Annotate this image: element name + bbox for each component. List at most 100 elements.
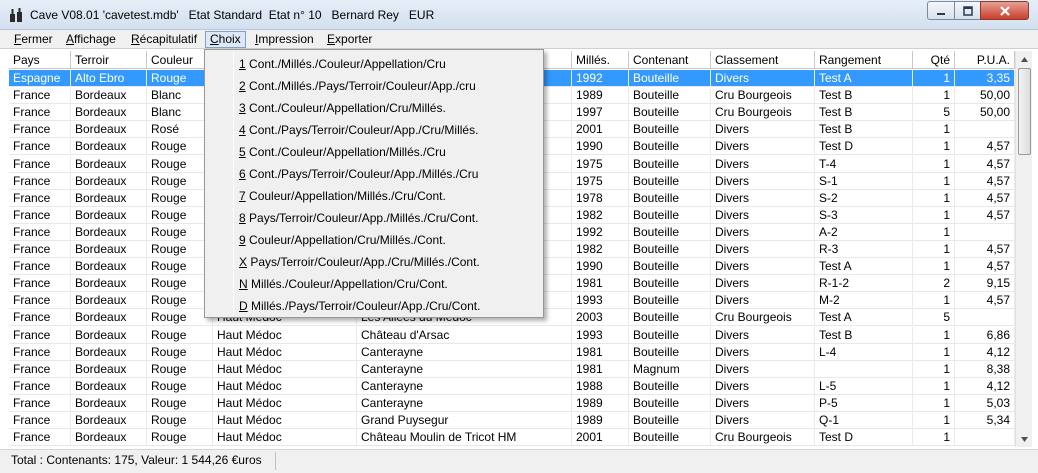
cell-qte: 1	[913, 241, 955, 258]
maximize-button[interactable]	[954, 1, 981, 20]
menu-exporter[interactable]: Exporter	[323, 31, 376, 48]
cell-classement: Divers	[711, 394, 815, 412]
cell-contenant: Bouteille	[629, 70, 711, 87]
cell-contenant: Bouteille	[629, 309, 711, 327]
menu-choix[interactable]: Choix	[205, 31, 246, 48]
cell-contenant: Bouteille	[629, 104, 711, 122]
column-header-contenant[interactable]: Contenant	[629, 51, 711, 69]
column-header-pays[interactable]: Pays	[9, 51, 71, 69]
table-row[interactable]: France Bordeaux Rouge Haut Médoc Canterayne 1…	[9, 360, 1015, 378]
choix-menu-label: Pays/Terroir/Couleur/App./Cru/Millés./Co…	[247, 255, 480, 269]
choix-menu-item[interactable]: 4 Cont./Pays/Terroir/Couleur/App./Cru/Mi…	[239, 119, 478, 141]
cell-pays: France	[9, 309, 71, 327]
cell-pua: 8,38	[955, 360, 1015, 378]
choix-menu-item[interactable]: 2 Cont./Millés./Pays/Terroir/Couleur/App…	[239, 75, 476, 97]
cell-milles: 2001	[572, 121, 629, 139]
cell-milles: 1982	[572, 241, 629, 258]
scroll-down-button[interactable]	[1017, 431, 1032, 447]
table-row[interactable]: France Bordeaux Rouge Haut Médoc Château Mou…	[9, 429, 1015, 447]
cell-rangement: Test B	[815, 87, 913, 105]
choix-dropdown-menu: 1 Cont./Millés./Couleur/Appellation/Cru 2…	[204, 49, 544, 318]
menu-impression[interactable]: Impression	[251, 31, 318, 48]
cell-cru: Château d'Arsac	[357, 326, 572, 344]
cell-contenant: Bouteille	[629, 121, 711, 139]
scroll-thumb[interactable]	[1018, 68, 1031, 155]
table-row[interactable]: France Bordeaux Rouge Haut Médoc Canterayne 1…	[9, 394, 1015, 412]
cell-pays: France	[9, 241, 71, 258]
choix-menu-item[interactable]: X Pays/Terroir/Couleur/App./Cru/Millés./…	[239, 251, 480, 273]
menu-fermer[interactable]: Fermer	[10, 31, 57, 48]
scroll-up-button[interactable]	[1017, 51, 1032, 67]
cell-qte: 1	[913, 258, 955, 276]
cell-appellation: Haut Médoc	[213, 394, 357, 412]
cell-milles: 1981	[572, 275, 629, 293]
cell-appellation: Haut Médoc	[213, 429, 357, 447]
choix-menu-item[interactable]: 3 Cont./Couleur/Appellation/Cru/Millés.	[239, 97, 446, 119]
cell-pays: France	[9, 429, 71, 447]
cell-classement: Divers	[711, 343, 815, 361]
choix-menu-item[interactable]: 7 Couleur/Appellation/Millés./Cru/Cont.	[239, 185, 446, 207]
table-row[interactable]: France Bordeaux Rouge Haut Médoc Château d'A…	[9, 326, 1015, 344]
choix-menu-item[interactable]: D Millés./Pays/Terroir/Couleur/App./Cru/…	[239, 295, 480, 317]
menu-label: écapitulatif	[139, 32, 198, 46]
choix-menu-item[interactable]: 5 Cont./Couleur/Appellation/Millés./Cru	[239, 141, 446, 163]
cell-terroir: Bordeaux	[71, 241, 147, 258]
cell-contenant: Bouteille	[629, 87, 711, 105]
cell-contenant: Bouteille	[629, 326, 711, 344]
cell-qte: 1	[913, 70, 955, 87]
column-header-qte[interactable]: Qté	[913, 51, 955, 69]
cell-rangement: R-1-2	[815, 275, 913, 293]
choix-menu-accel: 1	[239, 57, 246, 71]
table-row[interactable]: France Bordeaux Rouge Haut Médoc Canterayne 1…	[9, 377, 1015, 395]
cell-milles: 1992	[572, 70, 629, 87]
menu-recapitulatif[interactable]: Récapitulatif	[127, 31, 201, 48]
cell-qte: 1	[913, 377, 955, 395]
menu-accel: A	[66, 32, 75, 46]
table-row[interactable]: France Bordeaux Rouge Haut Médoc Grand Puyse…	[9, 412, 1015, 430]
cell-classement: Divers	[711, 223, 815, 241]
choix-menu-item[interactable]: 9 Couleur/Appellation/Cru/Millés./Cont.	[239, 229, 446, 251]
cell-rangement: A-2	[815, 223, 913, 241]
maximize-icon	[962, 5, 973, 16]
cell-rangement: Test D	[815, 429, 913, 447]
menu-affichage[interactable]: Affichage	[62, 31, 120, 48]
cell-terroir: Bordeaux	[71, 189, 147, 207]
column-header-rangement[interactable]: Rangement	[815, 51, 913, 69]
cell-qte: 1	[913, 292, 955, 310]
vertical-scrollbar[interactable]	[1015, 51, 1032, 447]
choix-menu-item[interactable]: N Millés./Couleur/Appellation/Cru/Cont.	[239, 273, 448, 295]
cell-terroir: Bordeaux	[71, 104, 147, 122]
cell-contenant: Bouteille	[629, 377, 711, 395]
cell-qte: 1	[913, 223, 955, 241]
choix-menu-item[interactable]: 6 Cont./Pays/Terroir/Couleur/App./Millés…	[239, 163, 478, 185]
cell-rangement: Test A	[815, 309, 913, 327]
cell-pua: 4,57	[955, 241, 1015, 258]
cell-terroir: Bordeaux	[71, 275, 147, 293]
choix-menu-item[interactable]: 8 Pays/Terroir/Couleur/App./Millés./Cru/…	[239, 207, 478, 229]
choix-menu-accel: 6	[239, 167, 246, 181]
cell-classement: Divers	[711, 121, 815, 139]
cell-pua	[955, 121, 1015, 139]
column-header-milles[interactable]: Millés.	[572, 51, 629, 69]
choix-menu-accel: 3	[239, 101, 246, 115]
cell-appellation: Haut Médoc	[213, 326, 357, 344]
cell-rangement: Test B	[815, 104, 913, 122]
cell-qte: 5	[913, 104, 955, 122]
minimize-button[interactable]	[927, 1, 955, 20]
cell-contenant: Bouteille	[629, 155, 711, 173]
menu-gutter	[233, 52, 234, 315]
column-header-classement[interactable]: Classement	[711, 51, 815, 69]
choix-menu-item[interactable]: 1 Cont./Millés./Couleur/Appellation/Cru	[239, 53, 446, 75]
cell-classement: Cru Bourgeois	[711, 104, 815, 122]
column-header-terroir[interactable]: Terroir	[71, 51, 147, 69]
column-header-pua[interactable]: P.U.A.	[955, 51, 1015, 69]
cell-terroir: Alto Ebro	[71, 70, 147, 87]
choix-menu-label: Cont./Millés./Couleur/Appellation/Cru	[245, 57, 446, 71]
cell-contenant: Bouteille	[629, 258, 711, 276]
close-button[interactable]	[980, 1, 1029, 20]
cell-cru: Canterayne	[357, 343, 572, 361]
table-row[interactable]: France Bordeaux Rouge Haut Médoc Canterayne 1…	[9, 343, 1015, 361]
cell-pua: 50,00	[955, 87, 1015, 105]
cell-classement: Divers	[711, 70, 815, 87]
status-divider	[275, 452, 276, 470]
